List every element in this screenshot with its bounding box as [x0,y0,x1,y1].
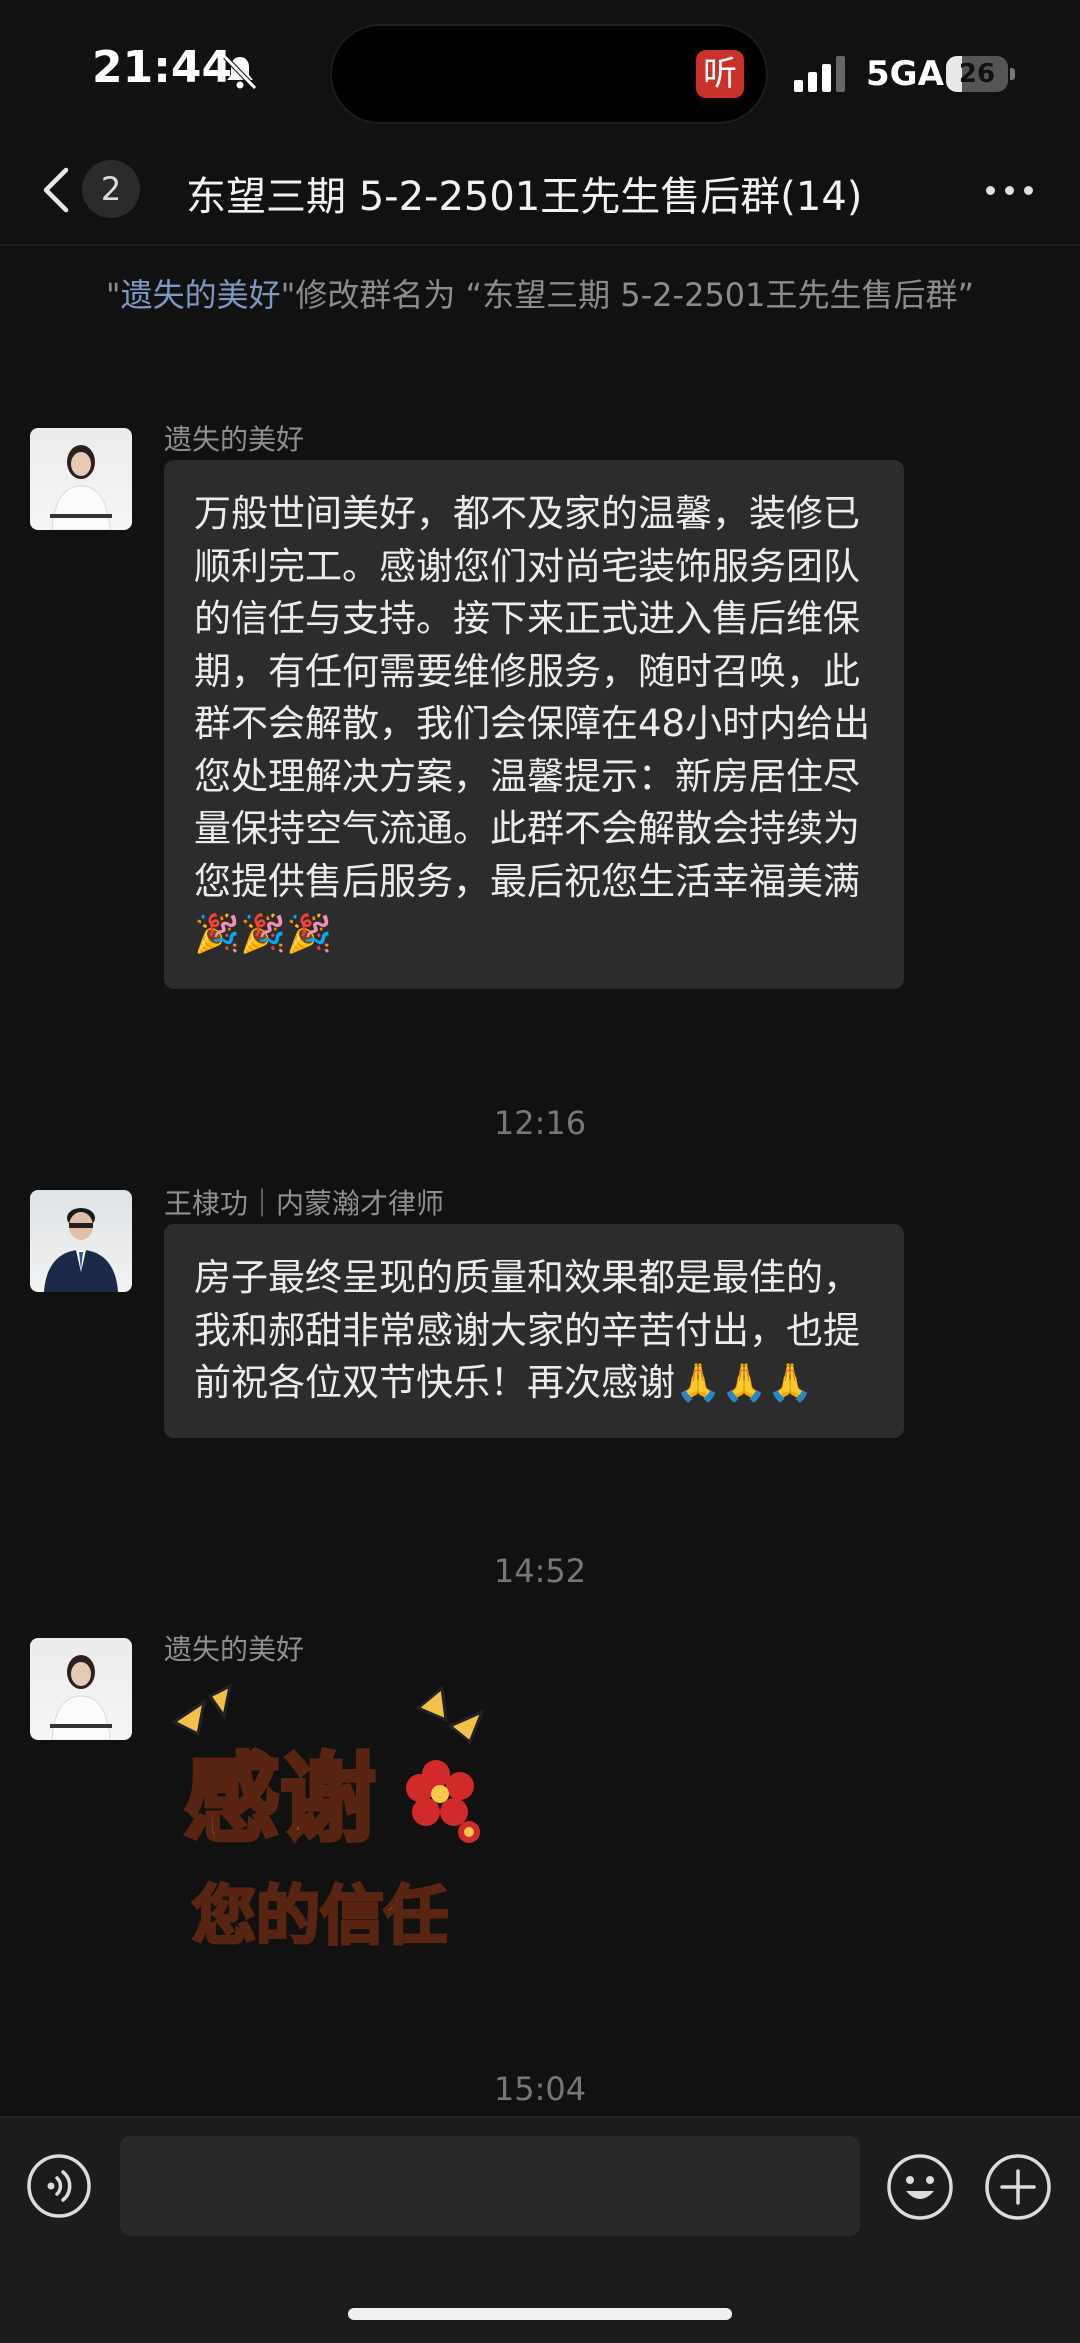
network-label: 5GA [866,54,944,94]
flower-icon [406,1760,480,1843]
thank-you-sticker[interactable]: 感谢 您的信任 [164,1682,504,1982]
more-options-button[interactable] [980,172,1040,208]
listen-app-icon[interactable]: 听 [696,50,744,98]
message-input[interactable] [120,2136,860,2236]
dot-icon [1024,186,1033,195]
notice-actor-name[interactable]: 遗失的美好 [121,276,281,314]
sender-name: 王棣功｜内蒙瀚才律师 [164,1187,445,1220]
status-time: 21:44 [92,42,233,93]
person-avatar-icon [44,1208,118,1292]
avatar[interactable] [30,428,132,530]
timestamp: 12:16 [493,1104,587,1142]
notice-quote: " [105,276,121,314]
message-bubble[interactable]: 万般世间美好，都不及家的温馨，装修已顺利完工。感谢您们对尚宅装饰服务团队的信任与… [164,460,904,989]
avatar[interactable] [30,1190,132,1292]
timestamp: 14:52 [493,1552,587,1590]
person-avatar-icon [50,1655,112,1740]
group-rename-notice: "遗失的美好"修改群名为 “东望三期 5-2-2501王先生售后群” [90,270,990,320]
chat-title: 东望三期 5-2-2501王先生售后群(14) [186,174,863,220]
sender-name: 遗失的美好 [164,1633,305,1666]
home-indicator[interactable] [348,2308,732,2320]
person-avatar-icon [50,445,112,530]
header-divider [0,244,1080,246]
notice-text: "修改群名为 “东望三期 5-2-2501王先生售后群” [280,276,975,314]
sparkle-icon [171,1683,485,1745]
unread-count-badge[interactable]: 2 [82,160,140,218]
emoji-icon[interactable] [886,2153,954,2221]
battery-icon: 26 [946,56,1018,92]
timestamp: 15:04 [493,2070,587,2108]
dot-icon [1005,186,1014,195]
sticker-line-1: 感谢 [184,1743,376,1855]
message-bubble[interactable]: 房子最终呈现的质量和效果都是最佳的，我和郝甜非常感谢大家的辛苦付出，也提前祝各位… [164,1224,904,1438]
sticker-line-2: 您的信任 [192,1880,448,1954]
signal-icon [794,56,845,92]
voice-icon[interactable] [26,2153,92,2219]
back-button[interactable] [34,162,78,218]
avatar[interactable] [30,1638,132,1740]
sender-name: 遗失的美好 [164,423,305,456]
battery-level: 26 [958,59,996,89]
dot-icon [986,186,995,195]
add-icon[interactable] [984,2153,1052,2221]
bell-muted-icon [223,55,257,90]
